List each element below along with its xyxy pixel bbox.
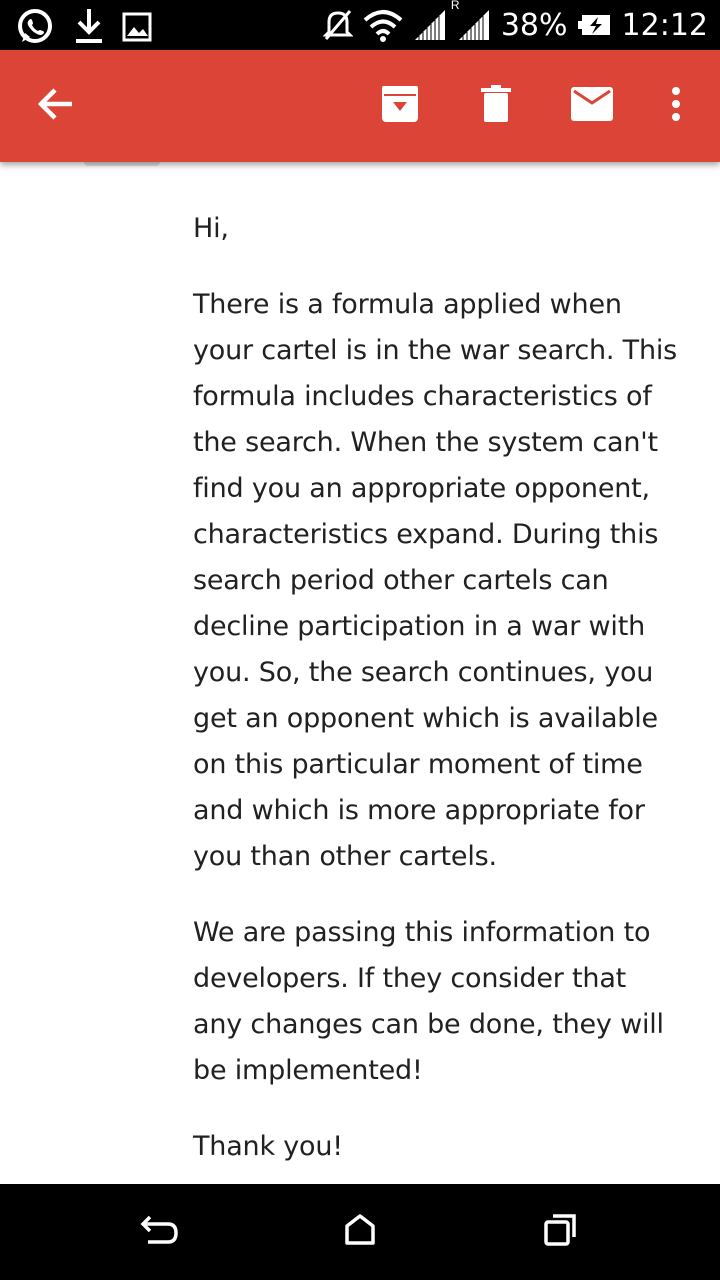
delete-button[interactable] [464,50,528,162]
mute-icon [322,8,353,42]
battery-percent: 38% [500,7,568,43]
mail-icon [571,86,613,126]
archive-icon [381,85,419,128]
navigation-bar [0,1184,720,1280]
app-bar [0,50,720,162]
back-arrow-icon [36,84,76,129]
battery-charging-icon [577,13,612,37]
more-vert-icon [671,86,681,126]
back-button[interactable] [18,50,94,162]
back-nav-icon [140,1213,180,1252]
delete-icon [481,84,511,128]
whatsapp-icon [14,6,56,48]
nav-home-button[interactable] [310,1184,410,1280]
recents-nav-icon [543,1213,577,1252]
roaming-letter: R [450,0,460,12]
home-nav-icon [343,1213,377,1252]
email-paragraph: We are passing this information to devel… [193,917,664,1086]
nav-back-button[interactable] [110,1184,210,1280]
signal-roaming-icon: R [451,0,491,42]
email-scroll-area[interactable]: Hi, There is a formula applied when your… [0,162,720,1184]
wifi-icon [363,8,403,42]
email-body: Hi, There is a formula applied when your… [193,206,683,1184]
email-greeting: Hi, [193,213,229,244]
download-icon [74,7,104,47]
clock: 12:12 [621,7,708,43]
email-paragraph: There is a formula applied when your car… [193,289,678,872]
mark-unread-button[interactable] [560,50,624,162]
status-bar: R 38% 12:12 [0,0,720,50]
image-icon [122,12,152,42]
more-options-button[interactable] [652,50,700,162]
nav-recents-button[interactable] [510,1184,610,1280]
signal-icon [413,8,447,42]
archive-button[interactable] [368,50,432,162]
email-paragraph: Thank you! [193,1131,343,1162]
